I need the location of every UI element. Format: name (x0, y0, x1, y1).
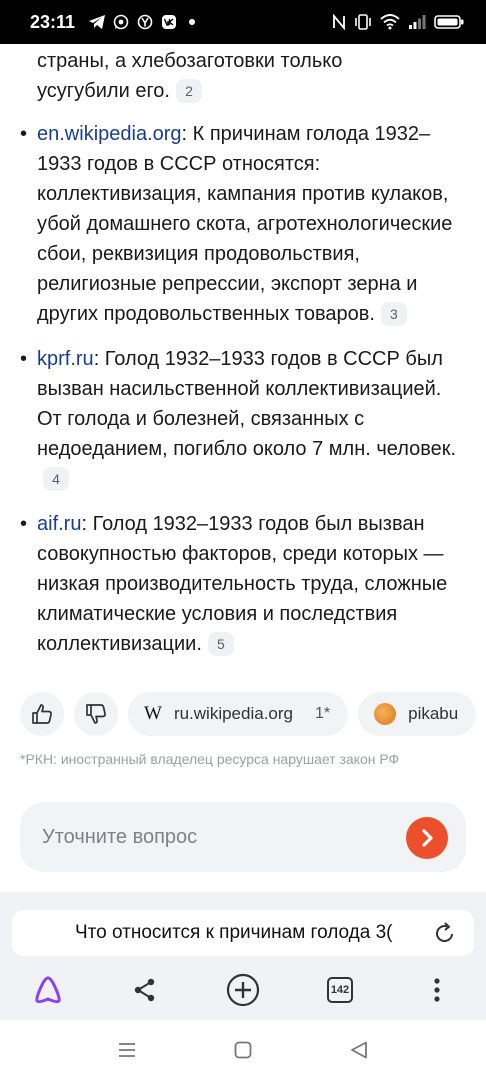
answer-item-text: : Голод 1932–1933 годов в СССР был вызва… (37, 348, 457, 460)
source-chip-wikipedia[interactable]: W ru.wikipedia.org 1* (128, 692, 349, 736)
action-chips: W ru.wikipedia.org 1* pikabu (20, 692, 477, 736)
like-button[interactable] (20, 692, 64, 736)
answer-intro-line1: страны, а хлебозаготовки только (37, 50, 343, 72)
nfc-icon (333, 14, 345, 30)
bullet-icon: • (20, 348, 28, 370)
thumbs-up-icon (32, 704, 52, 724)
answer-item-text: : К причинам голода 1932–1933 годов в СС… (37, 123, 453, 325)
address-bar-query: Что относится к причинам голода 3( (75, 922, 393, 943)
alice-icon (35, 976, 61, 1004)
answer-text: страны, а хлебозаготовки только усугубил… (0, 44, 486, 659)
bullet-icon: • (20, 513, 28, 535)
notification-dot-icon (189, 19, 196, 25)
bullet-icon: • (20, 123, 28, 145)
ask-input[interactable]: Уточните вопрос (20, 802, 466, 872)
more-button[interactable] (415, 968, 459, 1012)
answer-item: • en.wikipedia.org: К причинам голода 19… (0, 119, 486, 329)
answer-item-text: : Голод 1932–1933 годов был вызван совок… (37, 513, 448, 655)
source-chip-count: 1* (315, 705, 331, 722)
home-icon[interactable] (233, 1040, 253, 1060)
browser-toolbar: 142 (0, 968, 486, 1012)
whatsapp-icon (113, 14, 129, 30)
ask-input-placeholder: Уточните вопрос (42, 825, 198, 848)
vibrate-icon (355, 14, 371, 30)
tabs-button[interactable]: 142 (318, 968, 362, 1012)
reload-icon[interactable] (434, 921, 456, 945)
new-tab-icon (226, 973, 260, 1007)
source-chip-pikabu[interactable]: pikabu (358, 692, 477, 736)
status-time: 23:11 (30, 11, 76, 32)
answer-panel: страны, а хлебозаготовки только усугубил… (0, 44, 486, 892)
tabs-count-badge: 142 (327, 977, 353, 1003)
source-link[interactable]: kprf.ru (37, 348, 94, 370)
disclaimer-text: *РКН: иностранный владелец ресурса наруш… (20, 751, 400, 767)
wifi-icon (380, 14, 400, 30)
back-icon[interactable] (349, 1040, 369, 1060)
browser-bottom-panel: Что относится к причинам голода 3( 142 (0, 892, 486, 1020)
share-button[interactable] (123, 968, 167, 1012)
citation-badge[interactable]: 4 (43, 467, 69, 491)
citation-badge[interactable]: 2 (175, 79, 202, 103)
telegram-icon (89, 15, 106, 29)
answer-item: • aif.ru: Голод 1932–1933 годов был вызв… (0, 509, 486, 659)
menu-icon[interactable] (117, 1040, 137, 1060)
new-tab-button[interactable] (221, 968, 265, 1012)
source-chip-label: ru.wikipedia.org (173, 704, 293, 723)
wikipedia-logo-icon: W (144, 703, 162, 724)
thumbs-down-icon (86, 704, 106, 724)
ask-submit-button[interactable] (406, 817, 448, 859)
address-fade (392, 910, 432, 956)
yandex-icon (137, 14, 153, 30)
address-bar[interactable]: Что относится к причинам голода 3( (12, 910, 474, 956)
pikabu-logo-icon (374, 703, 397, 725)
source-link[interactable]: aif.ru (37, 513, 81, 535)
answer-intro-line2: усугубили его. (37, 80, 170, 102)
share-icon (134, 978, 155, 1002)
source-chip-label: pikabu (408, 704, 459, 723)
answer-item: • kprf.ru: Голод 1932–1933 годов в СССР … (0, 344, 486, 494)
battery-icon (434, 15, 464, 29)
system-nav-bar (0, 1020, 486, 1080)
dislike-button[interactable] (74, 692, 118, 736)
status-bar: 23:11 (0, 0, 486, 44)
source-link[interactable]: en.wikipedia.org (37, 123, 182, 145)
answer-intro: страны, а хлебозаготовки только усугубил… (0, 46, 486, 106)
vk-icon (162, 15, 177, 29)
citation-badge[interactable]: 5 (207, 632, 234, 656)
alice-button[interactable] (26, 968, 70, 1012)
chevron-right-icon (422, 829, 433, 847)
citation-badge[interactable]: 3 (380, 302, 407, 326)
more-icon (434, 978, 440, 1002)
signal-icon (409, 15, 426, 29)
